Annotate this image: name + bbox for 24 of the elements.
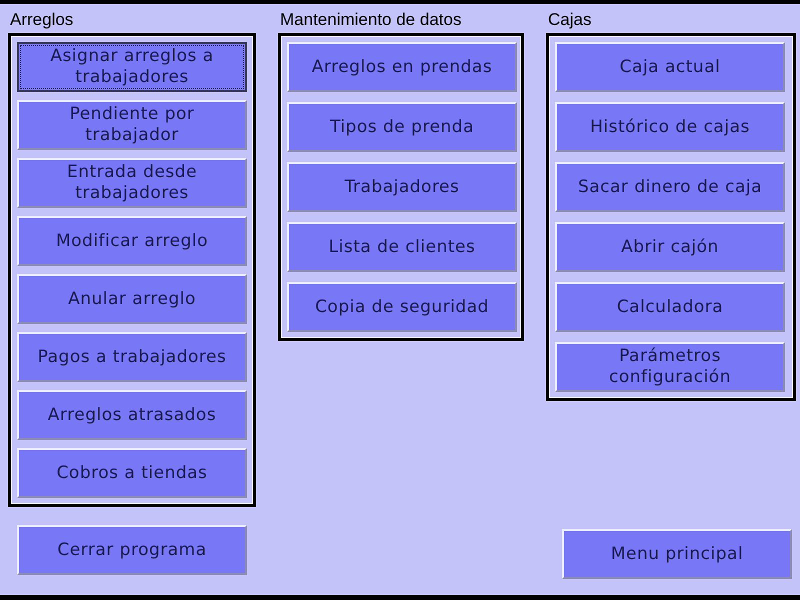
menu-button[interactable]: Copia de seguridad (287, 282, 517, 332)
menu-button[interactable]: Entrada desde trabajadores (17, 158, 247, 208)
menu-button[interactable]: Calculadora (555, 282, 785, 332)
menu-button[interactable]: Pendiente por trabajador (17, 100, 247, 150)
menu-button[interactable]: Trabajadores (287, 162, 517, 212)
menu-button[interactable]: Parámetros configuración (555, 342, 785, 392)
menu-button[interactable]: Menu principal (562, 529, 792, 579)
menu-button[interactable]: Cobros a tiendas (17, 448, 247, 498)
menu-button[interactable]: Pagos a trabajadores (17, 332, 247, 382)
menu-button[interactable]: Lista de clientes (287, 222, 517, 272)
menu-button[interactable]: Cerrar programa (17, 525, 247, 575)
menu-button[interactable]: Modificar arreglo (17, 216, 247, 266)
section-title: Mantenimiento de datos (280, 10, 462, 30)
menu-button[interactable]: Histórico de cajas (555, 102, 785, 152)
menu-button[interactable]: Arreglos atrasados (17, 390, 247, 440)
menu-button[interactable]: Arreglos en prendas (287, 42, 517, 92)
menu-button[interactable]: Sacar dinero de caja (555, 162, 785, 212)
menu-button[interactable]: Anular arreglo (17, 274, 247, 324)
menu-button[interactable]: Abrir cajón (555, 222, 785, 272)
menu-button[interactable]: Caja actual (555, 42, 785, 92)
section-title: Cajas (548, 10, 592, 30)
menu-button[interactable]: Tipos de prenda (287, 102, 517, 152)
section-title: Arreglos (10, 10, 74, 30)
menu-button[interactable]: Asignar arreglos a trabajadores (17, 42, 247, 92)
